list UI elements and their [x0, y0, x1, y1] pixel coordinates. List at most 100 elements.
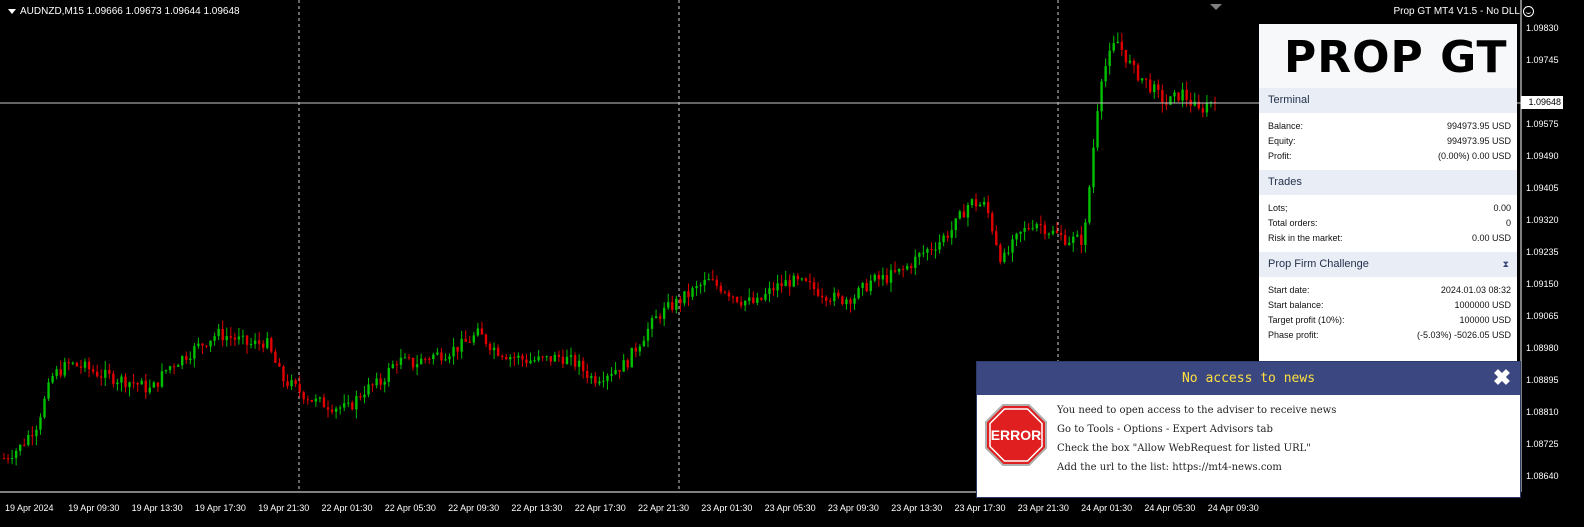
candle-body	[1047, 233, 1051, 235]
candle-body	[249, 344, 253, 346]
candle-body	[193, 346, 196, 359]
candle-body	[318, 397, 322, 399]
candle-body	[930, 249, 933, 251]
candle-body	[650, 318, 654, 329]
candle-body	[857, 287, 860, 299]
candle-body	[1027, 228, 1030, 230]
row-value: 100000 USD	[1459, 315, 1511, 325]
candle-body	[598, 381, 601, 384]
price-tick-label: 1.09150	[1526, 278, 1559, 289]
candle-body	[1169, 96, 1172, 105]
candle-body	[492, 347, 496, 351]
candle-body	[460, 338, 463, 352]
candle-body	[375, 378, 378, 386]
candle-body	[185, 356, 188, 361]
triangle-down-icon[interactable]	[8, 8, 16, 14]
candle-body	[626, 360, 629, 368]
candle-body	[1067, 242, 1071, 245]
price-tick-label: 1.09575	[1526, 118, 1559, 129]
candle-body	[314, 398, 318, 402]
candle-body	[428, 358, 431, 360]
risk-row: Risk in the market: 0.00 USD	[1268, 231, 1511, 246]
candle-body	[164, 370, 168, 372]
candle-body	[654, 316, 658, 319]
candle-body	[302, 392, 305, 400]
candle-body	[788, 280, 791, 287]
candle-body	[1181, 89, 1184, 101]
candle-body	[841, 296, 844, 305]
candle-body	[168, 366, 172, 371]
candle-body	[966, 204, 970, 218]
candle-body	[233, 337, 237, 340]
candle-body	[432, 354, 435, 360]
price-tick-label: 1.09235	[1526, 246, 1559, 257]
candle-body	[581, 360, 585, 371]
candle-body	[1165, 103, 1168, 105]
candle-body	[950, 230, 953, 238]
hourglass-icon[interactable]: ⧗	[1503, 252, 1509, 277]
candle-body	[1092, 147, 1095, 188]
candle-body	[525, 359, 528, 364]
candle-body	[1072, 236, 1075, 243]
candle-body	[205, 345, 208, 347]
candle-body	[144, 380, 147, 393]
candle-body	[197, 343, 200, 347]
candle-body	[934, 249, 937, 251]
start-balance-row: Start balance: 1000000 USD	[1268, 298, 1511, 313]
candle-body	[772, 288, 775, 291]
candle-body	[638, 346, 642, 352]
time-tick-label: 23 Apr 13:30	[891, 503, 943, 513]
candle-body	[282, 366, 285, 382]
candle-body	[124, 376, 127, 388]
time-tick-label: 22 Apr 05:30	[384, 503, 436, 513]
candle-body	[958, 211, 962, 219]
close-icon[interactable]: ✖	[1492, 367, 1512, 389]
candle-body	[488, 344, 492, 351]
time-tick-label: 23 Apr 09:30	[827, 503, 879, 513]
candle-body	[1108, 50, 1111, 67]
candle-body	[310, 399, 314, 402]
candle-body	[707, 279, 710, 281]
candle-body	[71, 362, 75, 364]
candle-body	[225, 336, 228, 341]
smiley-icon[interactable]	[1523, 6, 1534, 17]
time-tick-label: 24 Apr 05:30	[1144, 503, 1196, 513]
candle-body	[675, 298, 678, 310]
message-line: Go to Tools - Options - Expert Advisors …	[1057, 424, 1273, 435]
candle-body	[1144, 78, 1148, 80]
candle-body	[140, 380, 143, 385]
candle-body	[565, 356, 569, 364]
row-label: Profit:	[1268, 151, 1292, 161]
candle-body	[176, 365, 180, 367]
candle-body	[723, 291, 727, 293]
time-tick-label: 23 Apr 21:30	[1017, 503, 1069, 513]
candle-body	[209, 340, 212, 347]
time-tick-label: 19 Apr 17:30	[194, 503, 246, 513]
candle-body	[752, 297, 755, 303]
candle-body	[577, 360, 581, 367]
challenge-header: Prop Firm Challenge ⧗	[1259, 252, 1517, 277]
candle-body	[116, 382, 119, 385]
candle-body	[383, 381, 386, 385]
candle-body	[683, 291, 686, 304]
dialog-header: No access to news ✖	[977, 362, 1520, 395]
lots-row: Lots; 0.00	[1268, 201, 1511, 216]
candle-body	[229, 336, 233, 338]
candle-body	[253, 340, 257, 345]
candle-body	[338, 407, 342, 409]
candle-body	[395, 364, 399, 366]
row-label: Target profit (10%):	[1268, 315, 1345, 325]
candle-body	[962, 211, 966, 218]
candle-body	[391, 364, 395, 369]
candle-body	[468, 341, 471, 343]
news-dialog: No access to news ✖ ERROR You need to op…	[976, 361, 1521, 498]
candle-body	[1031, 228, 1034, 230]
time-tick-label: 22 Apr 09:30	[448, 503, 500, 513]
candle-body	[95, 371, 99, 377]
candle-body	[533, 360, 536, 362]
candle-body	[719, 285, 723, 292]
shift-marker-icon[interactable]	[1210, 4, 1222, 10]
candle-body	[181, 356, 184, 366]
candle-body	[91, 369, 95, 372]
candle-body	[128, 382, 131, 388]
